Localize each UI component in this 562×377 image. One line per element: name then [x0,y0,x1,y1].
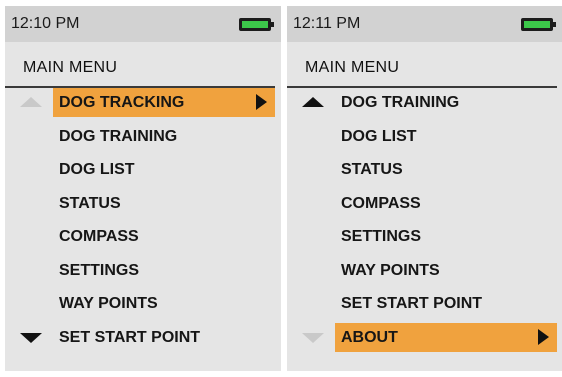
menu-item-label: STATUS [59,195,121,212]
menu-item-compass[interactable]: COMPASS [5,222,281,252]
menu-item-dog-training[interactable]: DOG TRAINING [5,122,281,152]
menu-item-label: SET START POINT [341,295,483,312]
menu-item-label: WAY POINTS [341,262,440,279]
submenu-arrow-icon [538,329,549,345]
menu-item-label: WAY POINTS [59,295,158,312]
menu-item-label: SETTINGS [59,262,140,279]
battery-icon [521,18,556,31]
menu-item-way-points[interactable]: WAY POINTS [5,289,281,319]
clock-time: 12:11 PM [293,15,361,32]
menu-item-settings[interactable]: SETTINGS [5,256,281,286]
menu-item-dog-list[interactable]: DOG LIST [287,122,562,152]
menu-item-set-start-point[interactable]: SET START POINT [5,323,281,353]
menu-item-label: SETTINGS [341,228,422,245]
menu-title: MAIN MENU [305,59,400,76]
menu-item-label: ABOUT [341,329,398,346]
menu-item-label: COMPASS [341,195,421,212]
menu-item-dog-tracking[interactable]: DOG TRACKING [5,88,281,118]
menu-item-label: DOG TRAINING [59,128,178,145]
status-bar: 12:10 PM [5,6,281,42]
status-bar: 12:11 PM [287,6,562,42]
menu-item-label: DOG TRACKING [59,94,185,111]
menu-item-dog-list[interactable]: DOG LIST [5,155,281,185]
battery-icon [239,18,274,31]
device-screen-left: 12:10 PM MAIN MENU DOG TRACKING DOG TRAI… [5,6,281,371]
menu-item-compass[interactable]: COMPASS [287,189,562,219]
device-screen-right: 12:11 PM MAIN MENU DOG TRAINING DOG LIST… [287,6,562,371]
menu-item-dog-training[interactable]: DOG TRAINING [287,88,562,118]
menu-item-label: SET START POINT [59,329,201,346]
menu-item-label: STATUS [341,161,403,178]
menu-item-label: DOG LIST [341,128,417,145]
menu-title: MAIN MENU [23,59,118,76]
menu-item-label: DOG LIST [59,161,135,178]
menu-item-about[interactable]: ABOUT [287,323,562,353]
menu-item-way-points[interactable]: WAY POINTS [287,256,562,286]
submenu-arrow-icon [256,94,267,110]
menu-item-status[interactable]: STATUS [287,155,562,185]
menu-item-settings[interactable]: SETTINGS [287,222,562,252]
menu-item-status[interactable]: STATUS [5,189,281,219]
menu-item-label: DOG TRAINING [341,94,460,111]
menu-item-label: COMPASS [59,228,139,245]
clock-time: 12:10 PM [11,15,80,32]
menu-item-set-start-point[interactable]: SET START POINT [287,289,562,319]
